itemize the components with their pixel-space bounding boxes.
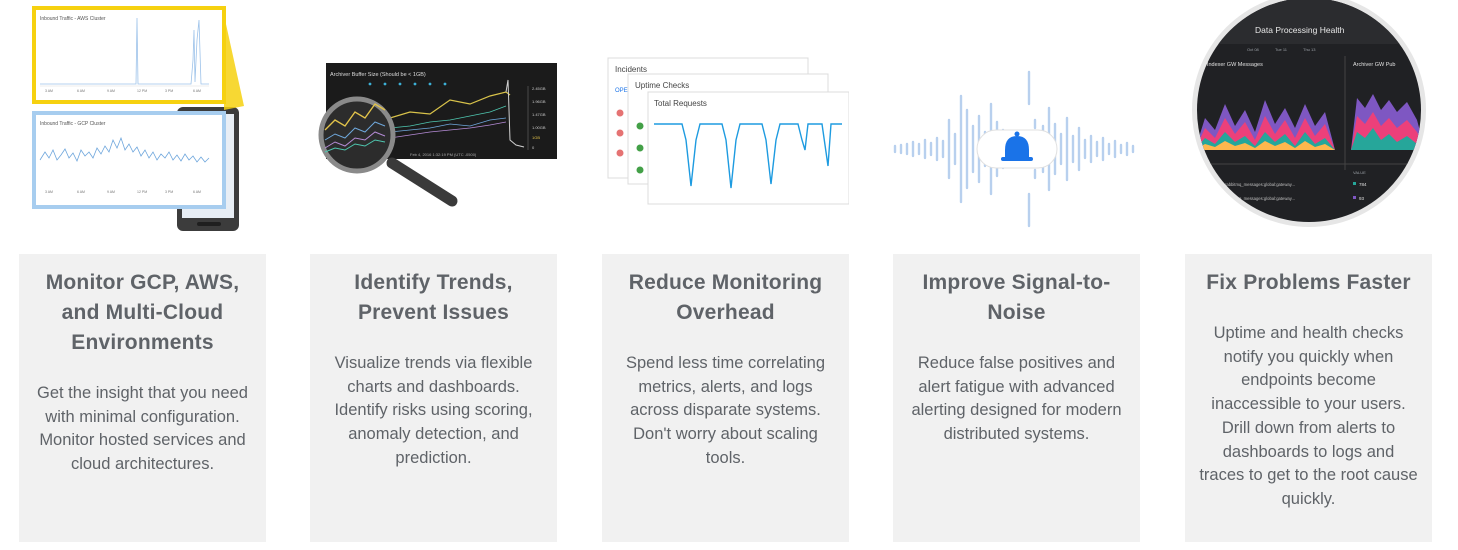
feature-signal: Improve Signal-to-Noise Reduce false pos… xyxy=(893,0,1140,550)
svg-text:3 PM: 3 PM xyxy=(165,190,173,194)
svg-text:784: 784 xyxy=(1359,182,1367,187)
svg-text:3 PM: 3 PM xyxy=(165,89,173,93)
svg-text:12 PM: 12 PM xyxy=(137,89,147,93)
svg-text:3 AM: 3 AM xyxy=(45,190,53,194)
svg-text:1.00GB: 1.00GB xyxy=(532,125,546,130)
feature-trends: Archiver Buffer Size (Should be < 1GB) 2… xyxy=(310,0,557,550)
svg-text:Incidents: Incidents xyxy=(615,65,647,74)
feature-multicloud: Inbound Traffic - AWS Cluster 3 AM 6 AM … xyxy=(19,0,266,550)
svg-text:1.47GB: 1.47GB xyxy=(532,112,546,117)
svg-text:Archiver GW Pub: Archiver GW Pub xyxy=(1353,62,1395,68)
aws-panel-title: Inbound Traffic - AWS Cluster xyxy=(40,16,106,22)
svg-text:Tue 11: Tue 11 xyxy=(1275,47,1288,52)
feature-title: Reduce Monitoring Overhead xyxy=(628,271,823,324)
trend-chart-title: Archiver Buffer Size (Should be < 1GB) xyxy=(330,72,426,78)
svg-text:6 AM: 6 AM xyxy=(193,190,201,194)
svg-text:Thu 13: Thu 13 xyxy=(1303,47,1316,52)
feature-description: Visualize trends via flexible charts and… xyxy=(334,354,533,467)
feature-title: Monitor GCP, AWS, and Multi-Cloud Enviro… xyxy=(45,271,240,354)
feature-description: Spend less time correlating metrics, ale… xyxy=(625,354,825,467)
svg-text:VALUE: VALUE xyxy=(1353,170,1366,175)
dashboard-header: Data Processing Health xyxy=(1255,25,1345,35)
svg-text:Uptime Checks: Uptime Checks xyxy=(635,81,689,90)
feature-card: Fix Problems Faster Uptime and health ch… xyxy=(1185,254,1432,542)
feature-title: Improve Signal-to-Noise xyxy=(922,271,1111,324)
feature-description: Get the insight that you need with minim… xyxy=(37,384,248,474)
feature-description: Reduce false positives and alert fatigue… xyxy=(911,354,1122,444)
svg-text:Total Requests: Total Requests xyxy=(654,99,707,108)
total-requests-card xyxy=(647,91,849,205)
feature-fix-faster: Data Processing Health Oct 08 Tue 11 Thu… xyxy=(1185,0,1432,550)
trends-illustration: Archiver Buffer Size (Should be < 1GB) 2… xyxy=(318,63,557,207)
svg-text:9 AM: 9 AM xyxy=(107,89,115,93)
svg-text:9 AM: 9 AM xyxy=(107,190,115,194)
svg-text:Oct 08: Oct 08 xyxy=(1247,47,1260,52)
overhead-illustration: Incidents OPEN Uptime Checks Total Reque… xyxy=(607,57,849,205)
gcp-panel-title: Inbound Traffic - GCP Cluster xyxy=(40,121,106,127)
feature-card: Identify Trends, Prevent Issues Visualiz… xyxy=(310,254,557,542)
feature-title: Identify Trends, Prevent Issues xyxy=(354,271,513,324)
fix-faster-illustration: Data Processing Health Oct 08 Tue 11 Thu… xyxy=(1192,0,1426,227)
svg-text:1.96GB: 1.96GB xyxy=(532,99,546,104)
svg-text:6 AM: 6 AM xyxy=(77,89,85,93)
feature-card: Monitor GCP, AWS, and Multi-Cloud Enviro… xyxy=(19,254,266,542)
svg-text:12 PM: 12 PM xyxy=(137,190,147,194)
svg-text:2.45GB: 2.45GB xyxy=(532,86,546,91)
feature-card: Improve Signal-to-Noise Reduce false pos… xyxy=(893,254,1140,542)
svg-text:6 AM: 6 AM xyxy=(193,89,201,93)
feature-description: Uptime and health checks notify you quic… xyxy=(1199,324,1418,508)
feature-overhead: Incidents OPEN Uptime Checks Total Reque… xyxy=(602,0,849,550)
feature-card: Reduce Monitoring Overhead Spend less ti… xyxy=(602,254,849,542)
svg-text:6 AM: 6 AM xyxy=(77,190,85,194)
feature-title: Fix Problems Faster xyxy=(1206,271,1411,294)
trend-chart-footer: Feb 4, 2016 1:32:19 PM (UTC -0500) xyxy=(410,152,477,157)
signal-illustration xyxy=(893,70,1135,228)
multicloud-illustration: Inbound Traffic - AWS Cluster 3 AM 6 AM … xyxy=(32,6,244,231)
svg-text:rabbitmq_messages:global:gatew: rabbitmq_messages:global:gateway... xyxy=(1225,182,1295,187)
svg-text:1GB: 1GB xyxy=(532,135,540,140)
svg-text:3 AM: 3 AM xyxy=(45,89,53,93)
svg-text:93: 93 xyxy=(1359,196,1365,201)
